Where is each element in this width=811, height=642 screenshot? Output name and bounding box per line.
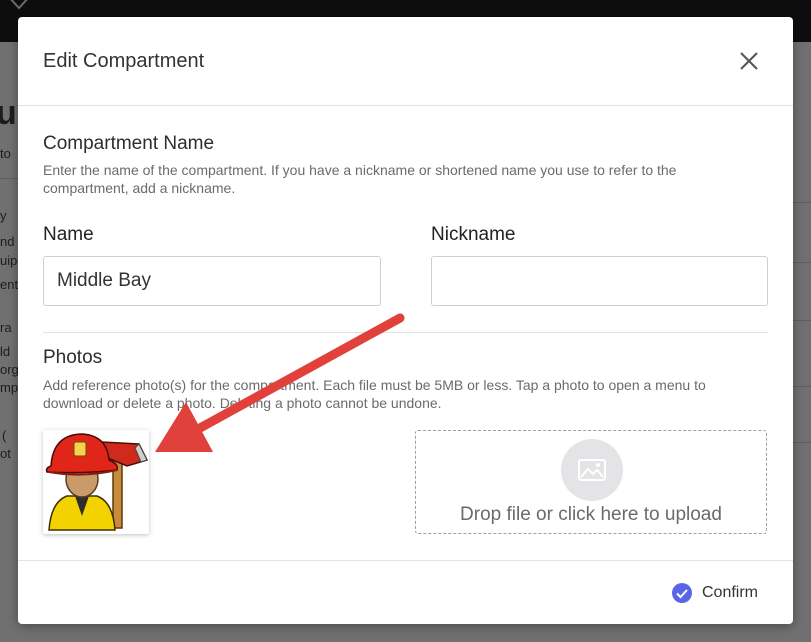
- footer-divider: [18, 560, 793, 561]
- background-text: ot: [0, 446, 11, 461]
- compartment-name-title: Compartment Name: [43, 133, 215, 154]
- modal-header: Edit Compartment: [18, 17, 793, 106]
- name-input[interactable]: [43, 256, 381, 306]
- close-icon[interactable]: [736, 48, 762, 74]
- nickname-label: Nickname: [431, 224, 516, 245]
- image-icon: [578, 459, 606, 481]
- section-divider: [43, 332, 768, 333]
- background-text: mp: [0, 380, 19, 395]
- upload-dropzone[interactable]: Drop file or click here to upload: [415, 430, 767, 534]
- compartment-photo[interactable]: [43, 430, 149, 534]
- background-divider: [793, 202, 811, 203]
- compartment-name-description: Enter the name of the compartment. If yo…: [43, 162, 677, 196]
- nickname-input[interactable]: [431, 256, 768, 306]
- background-divider: [793, 262, 811, 263]
- confirm-button[interactable]: Confirm: [671, 581, 758, 605]
- background-divider: [793, 320, 811, 321]
- photos-description: Add reference photo(s) for the compartme…: [43, 377, 706, 411]
- edit-compartment-modal: Edit Compartment Compartment Name Enter …: [18, 17, 793, 624]
- upload-text: Drop file or click here to upload: [460, 504, 722, 525]
- background-text: ra: [0, 320, 12, 335]
- background-text: ld: [0, 344, 11, 359]
- check-circle-icon: [672, 583, 692, 603]
- background-divider: [793, 386, 811, 387]
- background-text: org: [0, 362, 19, 377]
- background-text: nd: [0, 234, 15, 249]
- background-divider: [0, 178, 20, 179]
- firefighter-photo-icon: [45, 433, 149, 531]
- background-text: to: [0, 146, 11, 161]
- background-text: y: [0, 208, 7, 223]
- upload-icon-circle: [561, 439, 623, 501]
- chevron-down-icon: [10, 0, 28, 10]
- confirm-label: Confirm: [702, 584, 759, 601]
- modal-title: Edit Compartment: [43, 50, 205, 72]
- background-text: (: [2, 428, 7, 443]
- background-divider: [793, 442, 811, 443]
- background-text: ent: [0, 277, 19, 292]
- photos-title: Photos: [43, 347, 103, 368]
- name-label: Name: [43, 224, 94, 245]
